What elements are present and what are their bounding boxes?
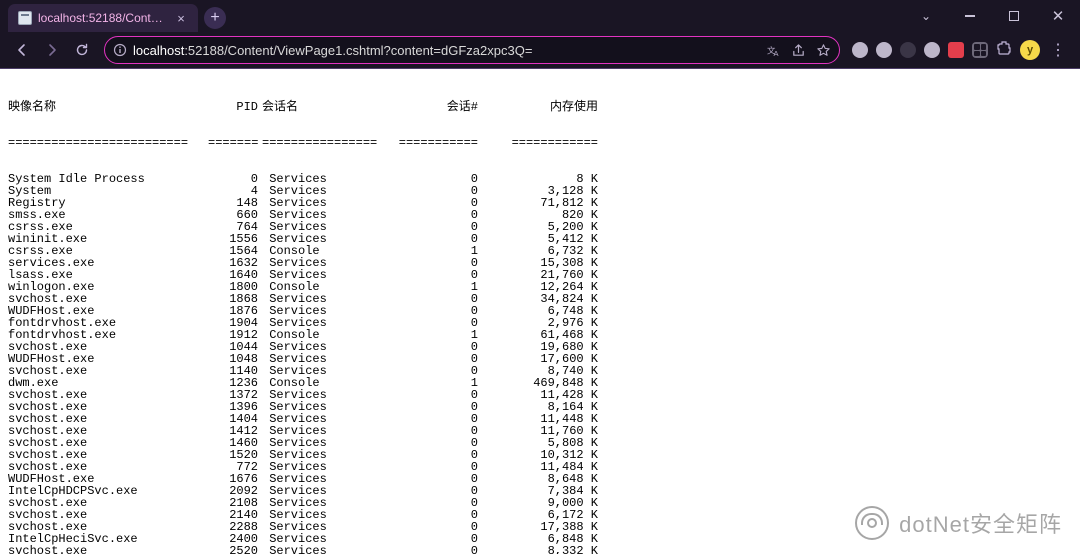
cell-session-id: 0 [398,233,478,245]
url-text[interactable]: localhost:52188/Content/ViewPage1.cshtml… [133,43,760,58]
cell-session-id: 0 [398,353,478,365]
close-tab-icon[interactable]: × [174,11,188,26]
url-actions: 文A [766,43,831,58]
table-row: svchost.exe1412 Services011,760 K [8,425,1080,437]
table-row: svchost.exe1868 Services034,824 K [8,293,1080,305]
tab-title: localhost:52188/Content/View… [38,11,168,25]
table-separator: ========================= ======== =====… [8,137,1080,149]
cell-session-id: 0 [398,449,478,461]
browser-tab[interactable]: localhost:52188/Content/View… × [8,4,198,32]
table-row: wininit.exe1556 Services05,412 K [8,233,1080,245]
extension-3-icon[interactable] [900,42,916,58]
menu-button[interactable]: ⋮ [1048,40,1068,60]
forward-button[interactable] [38,36,66,64]
header-mem-usage: 内存使用 [478,101,598,113]
table-header: 映像名称 PID 会话名 会话# 内存使用 [8,101,1080,113]
back-button[interactable] [8,36,36,64]
cell-session-id: 0 [398,317,478,329]
table-body: System Idle Process0 Services08 KSystem4… [8,173,1080,554]
cell-session-id: 0 [398,293,478,305]
table-row: svchost.exe2520 Services08,332 K [8,545,1080,554]
cell-session-id: 1 [398,245,478,257]
profile-avatar[interactable]: y [1020,40,1040,60]
cell-session-id: 0 [398,425,478,437]
table-row: svchost.exe772 Services011,484 K [8,461,1080,473]
table-row: svchost.exe1372 Services011,428 K [8,389,1080,401]
page-content: 映像名称 PID 会话名 会话# 内存使用 ==================… [0,69,1080,554]
svg-text:A: A [774,49,779,58]
table-row: Registry148 Services071,812 K [8,197,1080,209]
close-window-button[interactable]: ✕ [1036,0,1080,32]
extension-5-icon[interactable] [948,42,964,58]
table-row: svchost.exe2108 Services09,000 K [8,497,1080,509]
cell-session-id: 0 [398,473,478,485]
share-icon[interactable] [791,43,806,58]
table-row: WUDFHost.exe1876 Services06,748 K [8,305,1080,317]
cell-session-name: Services [258,545,398,554]
table-row: WUDFHost.exe1676 Services08,648 K [8,473,1080,485]
url-bar[interactable]: localhost:52188/Content/ViewPage1.cshtml… [104,36,840,64]
cell-image-name: svchost.exe [8,545,208,554]
table-row: svchost.exe2288 Services017,388 K [8,521,1080,533]
header-image-name: 映像名称 [8,101,208,113]
cell-session-id: 0 [398,437,478,449]
cell-session-id: 0 [398,365,478,377]
table-row: smss.exe660 Services0820 K [8,209,1080,221]
maximize-button[interactable] [992,0,1036,32]
extension-6-icon[interactable] [972,42,988,58]
cell-session-id: 0 [398,269,478,281]
cell-session-id: 0 [398,197,478,209]
extension-2-icon[interactable] [876,42,892,58]
extension-4-icon[interactable] [924,42,940,58]
extension-1-icon[interactable] [852,42,868,58]
toolbar: localhost:52188/Content/ViewPage1.cshtml… [0,32,1080,68]
cell-session-id: 1 [398,329,478,341]
cell-session-id: 0 [398,341,478,353]
cell-session-id: 0 [398,521,478,533]
cell-session-id: 1 [398,281,478,293]
reload-button[interactable] [68,36,96,64]
extension-icons: y ⋮ [848,40,1072,61]
header-pid: PID [208,101,258,113]
translate-icon[interactable]: 文A [766,43,781,58]
table-row: IntelCpHeciSvc.exe2400 Services06,848 K [8,533,1080,545]
cell-session-id: 0 [398,257,478,269]
new-tab-button[interactable]: + [204,7,226,29]
cell-pid: 2520 [208,545,258,554]
cell-session-id: 0 [398,485,478,497]
header-session-id: 会话# [398,101,478,113]
cell-session-id: 0 [398,533,478,545]
cell-session-id: 0 [398,185,478,197]
page-favicon-icon [18,11,32,25]
tabs-dropdown-button[interactable]: ⌄ [904,0,948,32]
cell-session-id: 0 [398,305,478,317]
cell-session-id: 0 [398,545,478,554]
cell-session-id: 0 [398,221,478,233]
cell-session-id: 0 [398,401,478,413]
cell-session-id: 0 [398,461,478,473]
site-info-icon[interactable] [113,43,127,57]
header-session-name: 会话名 [258,101,398,113]
cell-session-id: 0 [398,497,478,509]
table-row: IntelCpHDCPSvc.exe2092 Services07,384 K [8,485,1080,497]
cell-session-id: 0 [398,389,478,401]
minimize-button[interactable] [948,0,992,32]
table-row: WUDFHost.exe1048 Services017,600 K [8,353,1080,365]
bookmark-icon[interactable] [816,43,831,58]
cell-mem-usage: 8,332 K [478,545,598,554]
cell-session-id: 1 [398,377,478,389]
cell-session-id: 0 [398,173,478,185]
cell-session-id: 0 [398,413,478,425]
extensions-button[interactable] [996,40,1012,61]
titlebar: localhost:52188/Content/View… × + ⌄ ✕ [0,0,1080,32]
table-row: csrss.exe764 Services05,200 K [8,221,1080,233]
cell-session-id: 0 [398,209,478,221]
table-row: System Idle Process0 Services08 K [8,173,1080,185]
cell-session-id: 0 [398,509,478,521]
window-controls: ⌄ ✕ [904,0,1080,32]
